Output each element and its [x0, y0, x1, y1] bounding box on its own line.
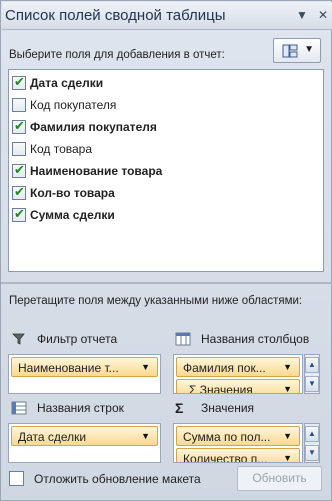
defer-layout-update[interactable]: Отложить обновление макета: [9, 471, 201, 486]
chevron-down-icon[interactable]: ▼: [283, 384, 292, 393]
area-field-chip[interactable]: Σ Значения ▼: [176, 379, 300, 394]
report-filter-area[interactable]: Наименование т... ▼: [8, 354, 161, 394]
sigma-icon: Σ: [175, 400, 184, 416]
field-checkbox[interactable]: [12, 206, 26, 222]
chevron-down-icon[interactable]: ▼: [141, 362, 150, 372]
field-label: Наименование товара: [30, 164, 163, 178]
field-list: Дата сделки Код покупателя Фамилия покуп…: [8, 69, 324, 272]
chevron-down-icon[interactable]: ▼: [283, 453, 292, 462]
chevron-down-icon[interactable]: ▼: [283, 362, 292, 372]
scroll-down-icon[interactable]: ▼: [305, 376, 319, 392]
field-label: Кол-во товара: [30, 186, 115, 200]
field-label: Код товара: [30, 142, 93, 156]
field-item[interactable]: Код покупателя: [12, 96, 116, 114]
chip-label: Количество п...: [183, 452, 268, 463]
area-label: Названия строк: [37, 401, 124, 415]
area-label: Значения: [201, 401, 255, 415]
chip-label: Фамилия пок...: [183, 361, 266, 375]
report-filter-header: Фильтр отчета: [11, 332, 117, 346]
area-label: Названия столбцов: [201, 332, 310, 346]
defer-update-label: Отложить обновление макета: [34, 471, 201, 486]
area-field-chip[interactable]: Наименование т... ▼: [11, 357, 158, 377]
pane-splitter[interactable]: [1, 282, 332, 284]
column-labels-scrollbar[interactable]: ▲ ▼: [304, 354, 320, 394]
scroll-down-icon[interactable]: ▼: [305, 445, 319, 461]
column-labels-area[interactable]: Фамилия пок... ▼ Σ Значения ▼: [173, 354, 303, 394]
dropdown-arrow-icon[interactable]: ▼: [295, 8, 309, 22]
choose-fields-label: Выберите поля для добавления в отчет:: [9, 49, 225, 61]
field-checkbox[interactable]: [12, 162, 26, 178]
chevron-down-icon[interactable]: ▼: [141, 431, 150, 441]
field-checkbox[interactable]: [12, 98, 26, 112]
chip-label: Наименование т...: [18, 361, 119, 375]
column-labels-header: Названия столбцов: [175, 332, 309, 346]
field-item[interactable]: Дата сделки: [12, 74, 103, 92]
chip-label: Сумма по пол...: [183, 430, 271, 444]
area-field-chip[interactable]: Количество п... ▼: [176, 448, 300, 463]
chip-label: Дата сделки: [18, 430, 87, 444]
layout-options-icon: [282, 44, 298, 58]
field-label: Дата сделки: [30, 76, 104, 90]
layout-options-button[interactable]: ▼: [273, 38, 321, 63]
rows-icon: [11, 401, 27, 415]
field-item[interactable]: Сумма сделки: [12, 206, 115, 224]
field-label: Сумма сделки: [30, 208, 115, 222]
area-field-chip[interactable]: Сумма по пол... ▼: [176, 426, 300, 446]
values-scrollbar[interactable]: ▲ ▼: [304, 423, 320, 463]
drag-hint: Перетащите поля между указанными ниже об…: [9, 295, 303, 307]
row-labels-header: Названия строк: [11, 401, 124, 415]
title-bar: Список полей сводной таблицы ▼ ✕: [2, 2, 332, 30]
columns-icon: [175, 332, 191, 346]
area-field-chip[interactable]: Фамилия пок... ▼: [176, 357, 300, 377]
close-icon[interactable]: ✕: [316, 8, 330, 22]
field-item[interactable]: Кол-во товара: [12, 184, 115, 202]
filter-icon: [12, 333, 25, 345]
field-checkbox[interactable]: [12, 142, 26, 156]
scroll-up-icon[interactable]: ▲: [305, 426, 319, 442]
field-checkbox[interactable]: [12, 184, 26, 200]
chevron-down-icon[interactable]: ▼: [283, 431, 292, 441]
chip-label: Σ Значения: [189, 383, 253, 394]
field-label: Фамилия покупателя: [30, 120, 157, 134]
row-labels-area[interactable]: Дата сделки ▼: [8, 423, 161, 463]
scroll-up-icon[interactable]: ▲: [305, 357, 319, 373]
field-item[interactable]: Код товара: [12, 140, 92, 158]
pane-title: Список полей сводной таблицы: [5, 7, 226, 24]
area-field-chip[interactable]: Дата сделки ▼: [11, 426, 158, 446]
defer-update-checkbox[interactable]: [9, 471, 24, 486]
values-area[interactable]: Сумма по пол... ▼ Количество п... ▼: [173, 423, 303, 463]
area-label: Фильтр отчета: [37, 332, 118, 346]
field-item[interactable]: Фамилия покупателя: [12, 118, 157, 136]
chevron-down-icon: ▼: [304, 44, 314, 55]
pivot-field-list-pane: Список полей сводной таблицы ▼ ✕ Выберит…: [0, 0, 332, 501]
field-checkbox[interactable]: [12, 74, 26, 90]
field-item[interactable]: Наименование товара: [12, 162, 162, 180]
field-checkbox[interactable]: [12, 118, 26, 134]
values-header: Σ Значения: [175, 401, 254, 415]
field-label: Код покупателя: [30, 98, 117, 112]
update-button[interactable]: Обновить: [237, 466, 322, 491]
